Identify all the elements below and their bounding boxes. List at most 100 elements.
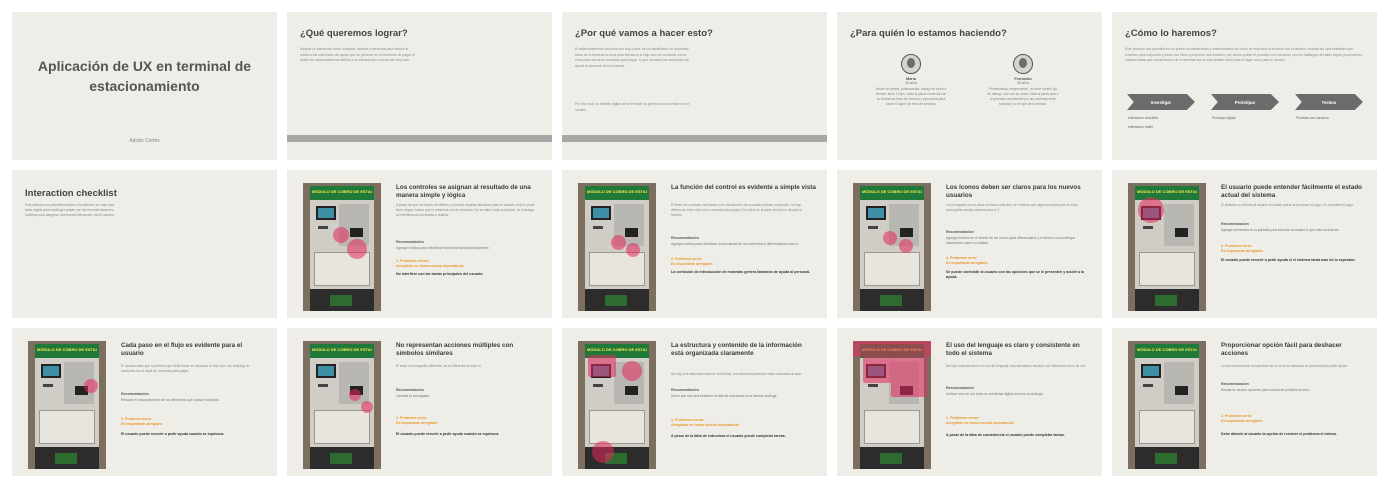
step-item: Interaction trailer bbox=[1128, 125, 1154, 129]
machine-header: MÓDULO DE COBRO DE ESTACIONAMIENTO bbox=[587, 189, 647, 194]
slide-title: ¿Qué queremos lograr? bbox=[300, 28, 408, 39]
rec-text: Agregar indicios para identificar funcio… bbox=[671, 242, 800, 246]
impact: A pesar de la falta de consistencia el u… bbox=[946, 433, 1065, 437]
divider-bar bbox=[287, 135, 552, 142]
slide-why[interactable]: ¿Por qué vamos a hacer esto? El estacion… bbox=[562, 12, 827, 160]
impact: El usuario puede recurrir a pedir ayuda … bbox=[121, 432, 225, 436]
heuristic-title: Proporcionar opción fácil para deshacer … bbox=[1221, 342, 1342, 358]
slide-heuristic[interactable]: MÓDULO DE COBRO DE ESTACIONAMIENTO Los í… bbox=[837, 170, 1102, 318]
step-items: Interaction checklist Interaction traile… bbox=[1128, 114, 1158, 132]
highlight-marker bbox=[899, 239, 913, 253]
rec-label: Recomendación bbox=[671, 236, 699, 240]
slide-title: ¿Cómo lo haremos? bbox=[1125, 28, 1217, 39]
rec-label: Recomendación bbox=[671, 388, 699, 392]
highlight-marker bbox=[1138, 197, 1164, 223]
heuristic-title: El uso del lenguaje es claro y consisten… bbox=[946, 342, 1080, 358]
male-avatar-icon bbox=[1013, 54, 1033, 74]
slide-heuristic[interactable]: MÓDULO DE COBRO DE ESTACIONAMIENTO La es… bbox=[562, 328, 827, 476]
slide-heuristic[interactable]: MÓDULO DE COBRO DE ESTACIONAMIENTO Propo… bbox=[1112, 328, 1377, 476]
heuristic-desc: A pesar de que los inputs de billetes y … bbox=[396, 203, 535, 217]
rec-text: Cambiar la iconografía. bbox=[396, 394, 431, 398]
rec-text: Agregar elementos en la pantalla para in… bbox=[1221, 228, 1340, 232]
rec-label: Recomendación bbox=[946, 230, 974, 234]
slide-heuristic[interactable]: MÓDULO DE COBRO DE ESTACIONAMIENTO Los c… bbox=[287, 170, 552, 318]
terminal-screen bbox=[316, 206, 336, 220]
slide-heuristic[interactable]: MÓDULO DE COBRO DE ESTACIONAMIENTO El us… bbox=[837, 328, 1102, 476]
step-item: Interaction checklist bbox=[1128, 116, 1158, 120]
persona-age: 38 años bbox=[1016, 81, 1030, 85]
rec-label: Recomendación bbox=[396, 388, 424, 392]
slide-text: Mejorar la interacción entre máquina, in… bbox=[300, 47, 415, 63]
severity: 1. Problema menor: Arreglarlo en forma mu… bbox=[946, 416, 1014, 426]
step-items: Pruebas con usuarios bbox=[1296, 114, 1329, 123]
highlight-marker bbox=[347, 239, 367, 259]
severity: 1. Problema menor: Arreglarlo en forma mu… bbox=[396, 259, 464, 269]
slide-cover[interactable]: Aplicación de UX en terminal de estacion… bbox=[12, 12, 277, 160]
logo bbox=[605, 295, 627, 306]
highlight-marker bbox=[333, 227, 349, 243]
persona-desc: Profesionista, emprendedor, no tiene hor… bbox=[987, 87, 1059, 106]
impact: Se puede confundir al usuario con las op… bbox=[946, 270, 1084, 279]
machine-header: MÓDULO DE COBRO DE ESTACIONAMIENTO bbox=[312, 347, 372, 352]
rec-text: Agregar indicios en el diseño de los íco… bbox=[946, 236, 1076, 245]
machine-header: MÓDULO DE COBRO DE ESTACIONAMIENTO bbox=[587, 347, 647, 352]
slide-text: Este proceso nos permitirá en un primer … bbox=[1125, 47, 1362, 63]
severity: 2. Problema serio: Es importante arreglar… bbox=[1221, 414, 1263, 424]
impact: El usuario puede recurrir a pedir ayuda … bbox=[396, 432, 500, 436]
impact: A pesar de la falta de estructura el usu… bbox=[671, 434, 786, 438]
persona-age: 28 años bbox=[904, 81, 918, 85]
highlight-marker bbox=[863, 357, 891, 383]
heuristic-title: La estructura y contenido de la informac… bbox=[671, 342, 802, 358]
rec-text: Rehacer el funcionamiento de los element… bbox=[121, 398, 220, 402]
terminal-photo: MÓDULO DE COBRO DE ESTACIONAMIENTO bbox=[1128, 341, 1206, 469]
slide-title: Interaction checklist bbox=[25, 188, 117, 199]
slide-how[interactable]: ¿Cómo lo haremos? Este proceso nos permi… bbox=[1112, 12, 1377, 160]
impact: Debe dársele al usuario la opción de res… bbox=[1221, 432, 1338, 436]
heuristic-title: No representan acciones múltiples con sí… bbox=[396, 342, 514, 358]
impact: El usuario puede recurrir a pedir ayuda … bbox=[1221, 258, 1356, 262]
highlight-marker bbox=[84, 379, 98, 393]
heuristic-title: La función del control es evidente a sim… bbox=[671, 184, 816, 191]
highlight-marker bbox=[891, 357, 927, 397]
severity: 2. Problema serio: Es importante arreglar… bbox=[121, 417, 163, 427]
logo bbox=[1155, 295, 1177, 306]
highlight-marker bbox=[626, 243, 640, 257]
persona-card: María 28 años Madre de familia, profesio… bbox=[875, 54, 947, 107]
cover-title: Aplicación de UX en terminal de estacion… bbox=[37, 58, 252, 94]
heuristic-title: El usuario puede entender fácilmente el … bbox=[1221, 184, 1363, 200]
slide-text: Este método nos permitirá evaluar si la … bbox=[25, 203, 115, 218]
rec-label: Recomendación bbox=[396, 240, 424, 244]
slide-heuristic[interactable]: MÓDULO DE COBRO DE ESTACIONAMIENTO El us… bbox=[1112, 170, 1377, 318]
slide-heuristic[interactable]: MÓDULO DE COBRO DE ESTACIONAMIENTO La fu… bbox=[562, 170, 827, 318]
slide-title: ¿Por qué vamos a hacer esto? bbox=[575, 28, 713, 39]
step-prototipar: Prototipar bbox=[1211, 94, 1279, 110]
heuristic-title: Cada paso en el flujo es evidente para e… bbox=[121, 342, 243, 358]
highlight-marker bbox=[592, 441, 614, 463]
heuristic-title: Los íconos deben ser claros para los nue… bbox=[946, 184, 1081, 200]
slide-checklist-intro[interactable]: Interaction checklist Este método nos pe… bbox=[12, 170, 277, 318]
step-items: Prototipo digital bbox=[1212, 114, 1235, 123]
highlight-marker bbox=[622, 361, 642, 381]
highlight-marker bbox=[361, 401, 373, 413]
slide-title: ¿Para quién lo estamos haciendo? bbox=[850, 28, 1007, 39]
rec-text: Agregar indicios para identificar funcio… bbox=[396, 246, 490, 250]
impact: No interfiere con las tareas principales… bbox=[396, 272, 484, 276]
rec-label: Recomendación bbox=[121, 392, 149, 396]
slide-heuristic[interactable]: MÓDULO DE COBRO DE ESTACIONAMIENTO Cada … bbox=[12, 328, 277, 476]
parking-terminal: MÓDULO DE COBRO DE ESTACIONAMIENTO bbox=[35, 344, 99, 469]
slide-text-2: Por otro lado, la interfaz digital de la… bbox=[575, 102, 690, 112]
rec-text: Brindar al usuario opciones para solucio… bbox=[1221, 388, 1310, 392]
slide-heuristic[interactable]: MÓDULO DE COBRO DE ESTACIONAMIENTO No re… bbox=[287, 328, 552, 476]
terminal-photo: MÓDULO DE COBRO DE ESTACIONAMIENTO bbox=[303, 183, 381, 311]
step-item: Pruebas con usuarios bbox=[1296, 116, 1329, 120]
parking-terminal: MÓDULO DE COBRO DE ESTACIONAMIENTO bbox=[860, 186, 924, 311]
slide-who[interactable]: ¿Para quién lo estamos haciendo? María 2… bbox=[837, 12, 1102, 160]
slide-goal[interactable]: ¿Qué queremos lograr? Mejorar la interac… bbox=[287, 12, 552, 160]
machine-header: MÓDULO DE COBRO DE ESTACIONAMIENTO bbox=[1137, 189, 1197, 194]
heuristic-desc: El sistema no informa al usuario el esta… bbox=[1221, 203, 1354, 207]
highlight-marker bbox=[853, 341, 931, 357]
heuristic-desc: El usuario sabe que lo primero que debe … bbox=[121, 364, 250, 373]
rec-label: Recomendación bbox=[1221, 222, 1249, 226]
machine-header: MÓDULO DE COBRO DE ESTACIONAMIENTO bbox=[312, 189, 372, 194]
rec-text: Hacer que sea fácil entender la falta de… bbox=[671, 394, 778, 398]
